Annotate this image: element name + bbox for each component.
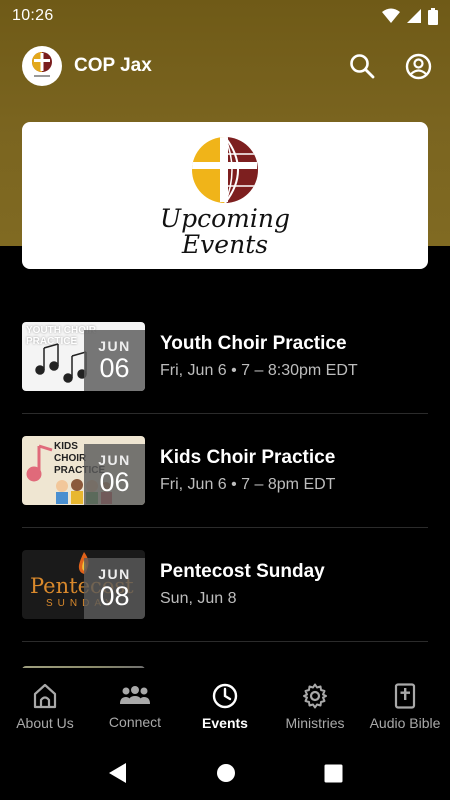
date-badge: JUN 06 — [84, 330, 145, 391]
nav-label: Connect — [108, 714, 162, 730]
search-button[interactable] — [348, 52, 376, 80]
event-time: Fri, Jun 6 • 7 – 8:30pm EDT — [160, 362, 358, 379]
nav-label: Audio Bible — [369, 715, 441, 731]
status-time: 10:26 — [12, 7, 54, 24]
recents-icon[interactable] — [324, 764, 343, 783]
nav-connect[interactable]: Connect — [90, 668, 180, 746]
status-icons — [382, 7, 438, 25]
date-month: JUN — [98, 452, 131, 468]
date-day: 06 — [99, 467, 130, 497]
back-icon[interactable] — [108, 762, 128, 784]
date-day: 06 — [99, 353, 130, 383]
people-icon — [120, 686, 150, 704]
event-time: Fri, Jun 6 • 7 – 8pm EDT — [160, 476, 336, 493]
bible-icon — [394, 683, 416, 709]
church-icon — [33, 683, 57, 709]
hero-line-1: Upcoming — [160, 203, 290, 233]
app-bar: COP Jax — [0, 40, 450, 92]
app-actions — [348, 52, 432, 80]
event-thumbnail: YOUTH CHOIR PRACTICE JUN 06 — [22, 322, 145, 391]
account-circle-icon — [405, 53, 431, 79]
event-time: Sun, Jun 8 — [160, 590, 237, 607]
signal-icon — [407, 9, 421, 23]
hero-line-2: Events — [181, 229, 269, 259]
search-icon — [350, 54, 375, 79]
nav-about-us[interactable]: About Us — [0, 668, 90, 746]
nav-label: About Us — [16, 715, 74, 731]
list-item[interactable]: YOUTH CHOIR PRACTICE JUN 06 Youth Choir … — [22, 300, 428, 414]
event-thumbnail: Pentecost SUNDAY JUN 08 — [22, 550, 145, 619]
church-logo[interactable] — [22, 46, 62, 86]
date-day: 08 — [99, 581, 130, 611]
event-title: Youth Choir Practice — [160, 333, 347, 354]
upcoming-events-banner: Upcoming Events — [22, 122, 428, 269]
nav-ministries[interactable]: Ministries — [270, 668, 360, 746]
app-title: COP Jax — [74, 55, 152, 76]
event-title: Pentecost Sunday — [160, 561, 325, 582]
status-bar: 10:26 — [0, 0, 450, 32]
event-info: Kids Choir Practice Fri, Jun 6 • 7 – 8pm… — [160, 447, 335, 494]
clock-icon — [212, 683, 238, 709]
nav-label: Events — [202, 715, 248, 731]
list-item[interactable]: KIDS CHOIR PRACTICE JUN 06 Kids Choir Pr… — [22, 414, 428, 528]
music-notes-icon — [35, 343, 87, 383]
date-badge: JUN 06 — [84, 444, 145, 505]
account-button[interactable] — [404, 52, 432, 80]
nav-label: Ministries — [285, 715, 345, 731]
event-info: Pentecost Sunday Sun, Jun 8 — [160, 561, 325, 608]
home-icon[interactable] — [216, 763, 236, 783]
hero-heading: Upcoming Events — [160, 203, 290, 259]
event-title: Kids Choir Practice — [160, 447, 336, 468]
date-month: JUN — [98, 338, 131, 354]
list-item[interactable]: Pentecost SUNDAY JUN 08 Pentecost Sunday… — [22, 528, 428, 642]
nav-audio-bible[interactable]: Audio Bible — [360, 668, 450, 746]
date-badge: JUN 08 — [84, 558, 145, 619]
gear-icon — [303, 683, 327, 709]
event-info: Youth Choir Practice Fri, Jun 6 • 7 – 8:… — [160, 333, 358, 380]
system-navigation-bar — [0, 746, 450, 800]
wifi-icon — [382, 8, 400, 23]
event-thumbnail: KIDS CHOIR PRACTICE JUN 06 — [22, 436, 145, 505]
globe-cross-logo-icon — [192, 136, 258, 203]
date-month: JUN — [98, 566, 131, 582]
nav-events[interactable]: Events — [180, 668, 270, 746]
bottom-navigation: About Us Connect Events Ministries Audio… — [0, 668, 450, 746]
battery-icon — [428, 7, 438, 25]
